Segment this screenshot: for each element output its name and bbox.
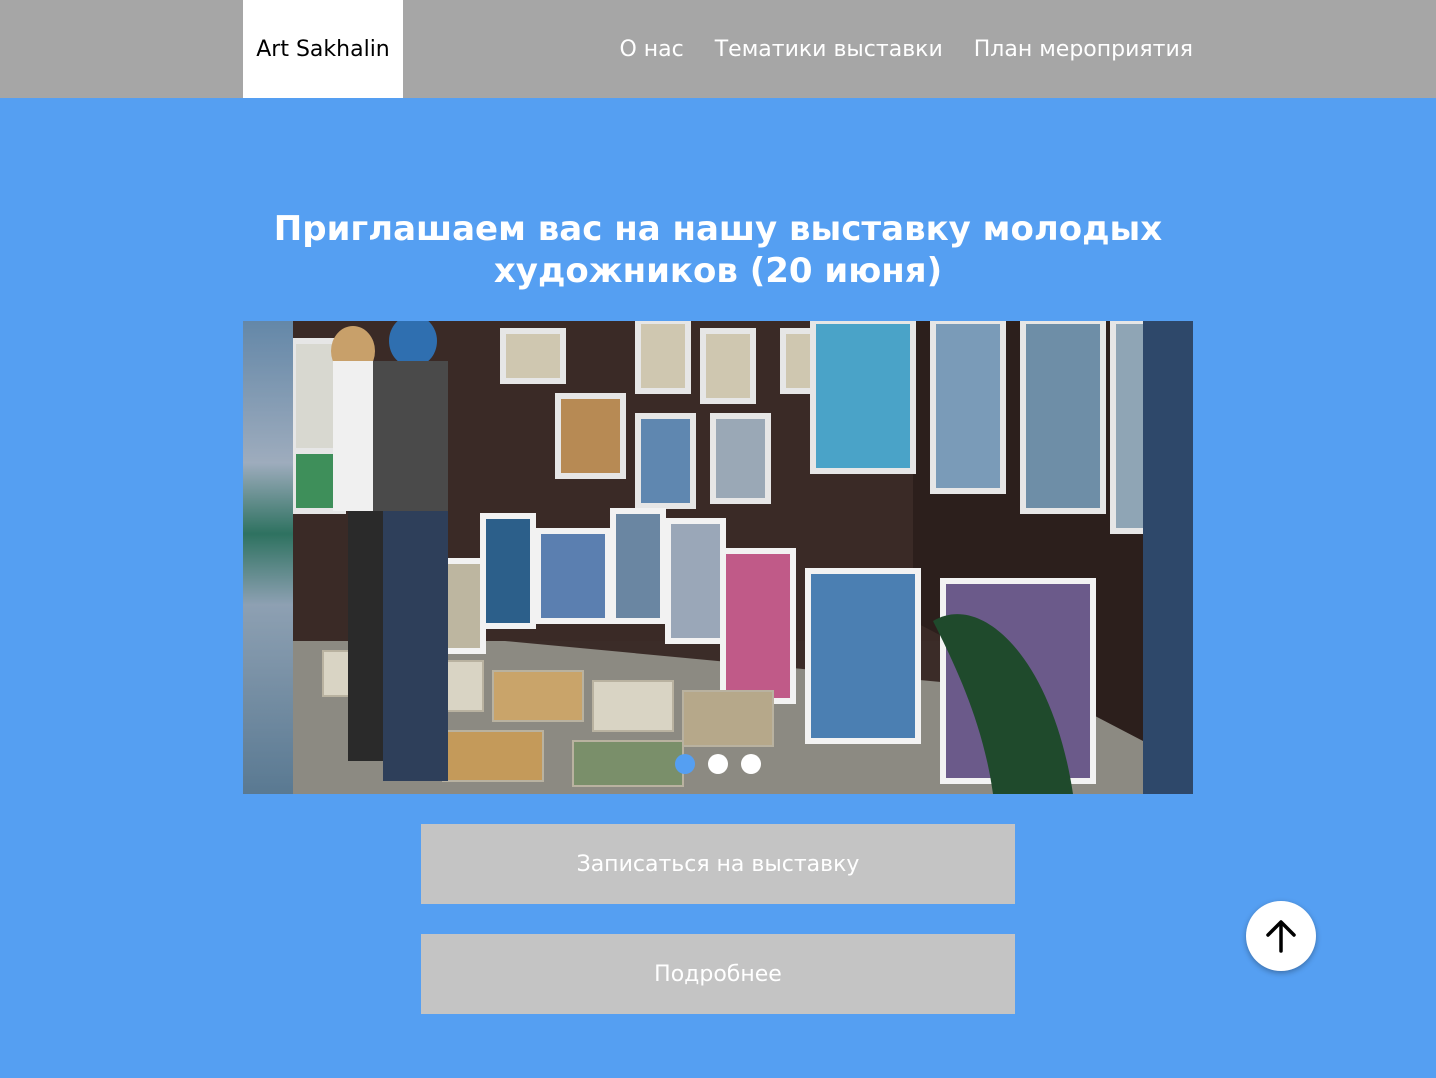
slider-dot-2[interactable]	[708, 754, 728, 774]
nav-link-about[interactable]: О нас	[619, 37, 683, 62]
scroll-top-button[interactable]	[1246, 901, 1316, 971]
slide-preview-previous[interactable]	[243, 321, 293, 794]
hero-title: Приглашаем вас на нашу выставку молодых …	[273, 209, 1163, 291]
image-slider[interactable]	[243, 321, 1193, 794]
slide-preview-next[interactable]	[1143, 321, 1193, 794]
nav-link-themes[interactable]: Тематики выставки	[715, 37, 943, 62]
slide-image-exhibition	[293, 321, 1143, 794]
slider-pagination	[243, 754, 1193, 774]
slider-dot-1[interactable]	[675, 754, 695, 774]
slider-dot-3[interactable]	[741, 754, 761, 774]
site-logo[interactable]: Art Sakhalin	[243, 0, 403, 98]
site-header: Art Sakhalin О нас Тематики выставки Пла…	[0, 0, 1436, 98]
exhibition-photo	[293, 321, 1143, 794]
register-button[interactable]: Записаться на выставку	[421, 824, 1015, 904]
more-button[interactable]: Подробнее	[421, 934, 1015, 1014]
arrow-up-icon	[1266, 920, 1296, 953]
main-nav: О нас Тематики выставки План мероприятия	[619, 0, 1193, 98]
nav-link-schedule[interactable]: План мероприятия	[974, 37, 1193, 62]
